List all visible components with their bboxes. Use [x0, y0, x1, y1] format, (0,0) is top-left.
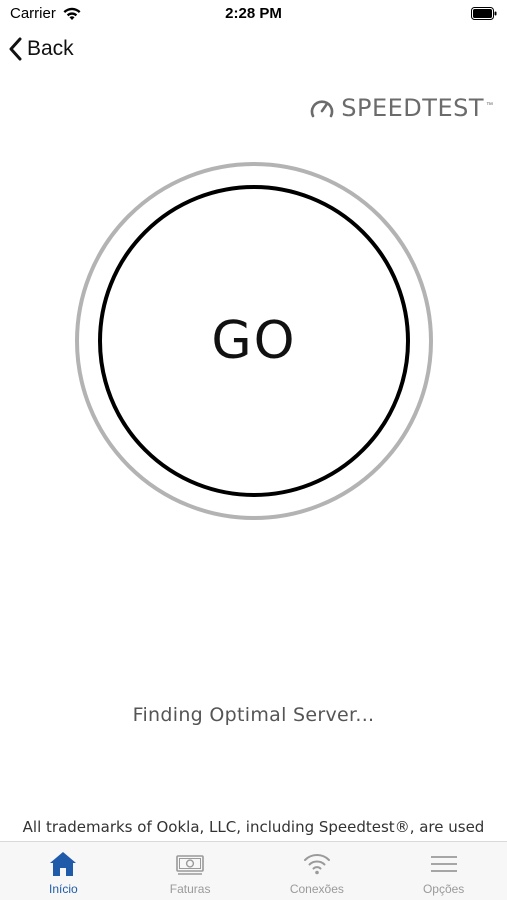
tab-label: Conexões: [289, 882, 344, 896]
chevron-left-icon: [9, 37, 22, 61]
tab-conexoes[interactable]: Conexões: [254, 842, 381, 900]
tab-label: Faturas: [169, 882, 211, 896]
home-icon: [50, 852, 77, 876]
back-label: Back: [27, 37, 74, 60]
tab-inicio[interactable]: Início: [0, 842, 127, 900]
battery-icon: [471, 7, 497, 20]
tab-faturas[interactable]: Faturas: [127, 842, 254, 900]
server-status-text: Finding Optimal Server...: [132, 704, 375, 726]
speed-gauge-icon: [310, 100, 334, 118]
speedtest-screen: Carrier 2:28 PM Back SPEEDTEST ™ GO Find…: [0, 0, 507, 900]
tab-bar: Início Faturas Conexões Opções: [0, 841, 507, 900]
trademark-symbol: ™: [486, 101, 493, 109]
go-label: GO: [211, 311, 297, 371]
tab-label: Opções: [422, 882, 465, 896]
back-button[interactable]: Back: [9, 37, 74, 61]
go-button[interactable]: GO: [98, 185, 410, 497]
status-bar: Carrier 2:28 PM: [0, 0, 507, 28]
menu-icon: [430, 856, 457, 872]
speedtest-wordmark: SPEEDTEST: [341, 94, 484, 122]
tab-opcoes[interactable]: Opções: [380, 842, 507, 900]
wifi-icon: [303, 854, 330, 875]
tab-label: Início: [49, 882, 78, 896]
bill-icon: [176, 855, 204, 875]
trademark-notice: All trademarks of Ookla, LLC, including …: [22, 818, 485, 836]
speedtest-logo: SPEEDTEST ™: [309, 94, 493, 122]
status-time: 2:28 PM: [225, 5, 282, 22]
